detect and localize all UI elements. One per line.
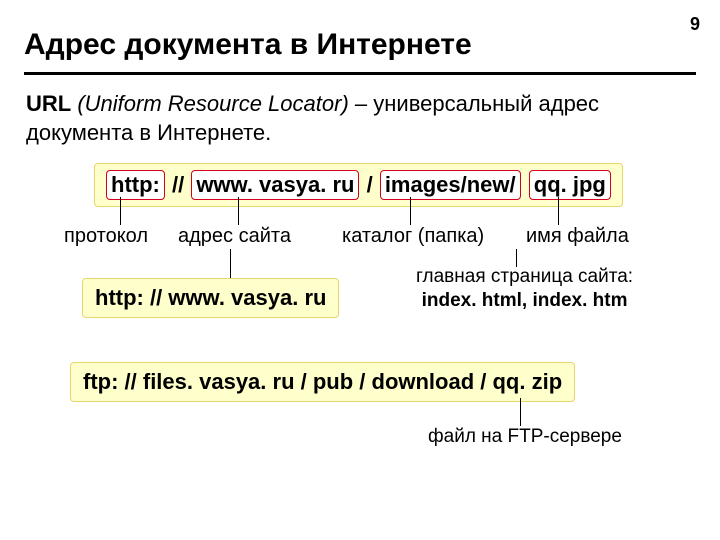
url-seg-protocol: http: <box>106 170 165 200</box>
index-label: главная страница сайта: index. html, ind… <box>416 265 633 313</box>
definition-term: URL <box>26 91 71 116</box>
url-sep: / <box>360 172 378 197</box>
connector-line <box>230 249 231 278</box>
main-page-box: http: // www. vasya. ru <box>82 278 339 318</box>
connector-line <box>520 398 521 426</box>
slide-title: Адрес документа в Интернете <box>0 0 720 68</box>
index-line2: index. html, index. htm <box>422 290 628 311</box>
connector-line <box>238 197 239 225</box>
url-sep <box>522 172 528 197</box>
connector-line <box>558 197 559 225</box>
url-definition: URL (Uniform Resource Locator) – универс… <box>0 89 720 147</box>
definition-expansion: (Uniform Resource Locator) <box>77 91 348 116</box>
url-example-box: http: // www. vasya. ru / images/new/ qq… <box>94 163 623 207</box>
connector-line <box>120 197 121 225</box>
page-number: 9 <box>690 14 700 35</box>
label-file: имя файла <box>526 225 629 248</box>
url-seg-folder: images/new/ <box>380 170 521 200</box>
label-folder: каталог (папка) <box>342 225 484 248</box>
label-protocol: протокол <box>64 225 148 248</box>
connector-line <box>410 197 411 225</box>
index-line1: главная страница сайта: <box>416 266 633 287</box>
ftp-box: ftp: // files. vasya. ru / pub / downloa… <box>70 362 575 402</box>
ftp-label: файл на FTP-сервере <box>428 426 622 448</box>
url-seg-file: qq. jpg <box>529 170 611 200</box>
title-rule <box>24 72 696 75</box>
url-seg-site: www. vasya. ru <box>191 170 359 200</box>
label-site: адрес сайта <box>178 225 291 248</box>
url-sep: // <box>166 172 190 197</box>
